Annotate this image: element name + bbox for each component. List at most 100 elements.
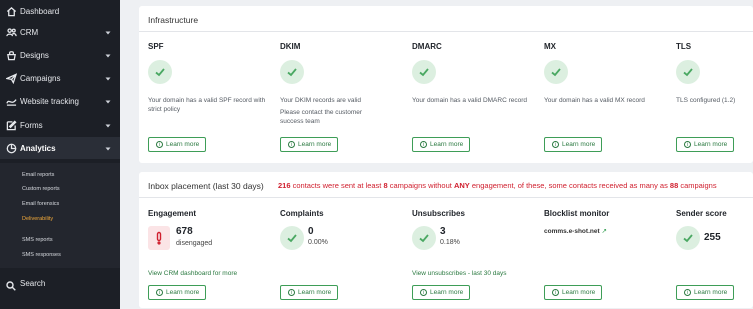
blocklist-title: Blocklist monitor — [544, 209, 610, 218]
spf-title: SPF — [148, 42, 164, 51]
edit-icon — [5, 119, 17, 131]
learn-more-label: Learn more — [694, 289, 728, 296]
sidebar-item-forms[interactable]: Forms — [0, 114, 120, 136]
engagement-learn-more-button[interactable]: i Learn more — [148, 285, 206, 300]
sender-score-learn-more-button[interactable]: i Learn more — [676, 285, 734, 300]
contacts-count: 216 — [278, 181, 291, 190]
sender-score-title: Sender score — [676, 209, 727, 218]
info-icon: i — [552, 289, 559, 296]
mx-column: MX Your domain has a valid MX record i L… — [544, 42, 669, 157]
warning-text: campaigns without — [387, 181, 454, 190]
dkim-description: Your DKIM records are valid — [280, 97, 362, 104]
tls-column: TLS TLS configured (1.2) i Learn more — [676, 42, 753, 157]
chevron-down-icon — [105, 75, 111, 81]
submenu-sms-responses[interactable]: SMS responses — [22, 252, 61, 258]
submenu-custom-reports[interactable]: Custom reports — [22, 186, 60, 192]
infrastructure-header: Infrastructure — [139, 6, 753, 32]
complaints-title: Complaints — [280, 209, 324, 218]
chevron-down-icon — [105, 122, 111, 128]
sidebar-item-label: Campaigns — [20, 73, 61, 83]
engagement-sub: disengaged — [176, 240, 213, 247]
info-icon: i — [684, 141, 691, 148]
unsubscribes-learn-more-button[interactable]: i Learn more — [412, 285, 470, 300]
inbox-placement-card: Inbox placement (last 30 days) 216 conta… — [139, 172, 753, 308]
analytics-submenu: Email reports Custom reports Email foren… — [0, 163, 120, 268]
learn-more-label: Learn more — [430, 141, 464, 148]
sidebar-item-label: Analytics — [20, 143, 56, 153]
learn-more-label: Learn more — [694, 141, 728, 148]
learn-more-label: Learn more — [430, 289, 464, 296]
tls-title: TLS — [676, 42, 692, 51]
check-icon — [412, 226, 436, 250]
submenu-email-reports[interactable]: Email reports — [22, 172, 54, 178]
sender-score-column: Sender score 255 i Learn more — [676, 209, 753, 305]
check-icon — [412, 60, 436, 84]
chevron-down-icon — [105, 52, 111, 58]
check-icon — [148, 60, 172, 84]
dmarc-title: DMARC — [412, 42, 442, 51]
submenu-sms-reports[interactable]: SMS reports — [22, 237, 53, 243]
alert-icon — [148, 226, 170, 250]
dkim-support-note: Please contact the customer success team — [280, 109, 363, 125]
dmarc-learn-more-button[interactable]: i Learn more — [412, 137, 470, 152]
info-icon: i — [684, 289, 691, 296]
people-icon — [5, 26, 17, 38]
warning-text: campaigns — [678, 181, 717, 190]
learn-more-label: Learn more — [166, 289, 200, 296]
spf-column: SPF Your domain has a valid SPF record w… — [148, 42, 273, 157]
unsubscribes-column: Unsubscribes 3 0.18% View unsubscribes -… — [412, 209, 537, 305]
info-icon: i — [288, 141, 295, 148]
info-icon: i — [420, 289, 427, 296]
crm-dashboard-link[interactable]: View CRM dashboard for more — [148, 270, 237, 277]
view-unsubscribes-link[interactable]: View unsubscribes - last 30 days — [412, 270, 507, 277]
sidebar-item-campaigns[interactable]: Campaigns — [0, 67, 120, 89]
engagement-warning: 216 contacts were sent at least 8 campai… — [278, 181, 717, 190]
learn-more-label: Learn more — [298, 141, 332, 148]
infrastructure-card: Infrastructure SPF Your domain has a val… — [139, 6, 753, 163]
sidebar: Dashboard CRM Designs Campaigns Website … — [0, 0, 120, 309]
dkim-learn-more-button[interactable]: i Learn more — [280, 137, 338, 152]
mx-description: Your domain has a valid MX record — [544, 97, 645, 104]
complaints-learn-more-button[interactable]: i Learn more — [280, 285, 338, 300]
chevron-down-icon — [105, 145, 111, 151]
check-icon — [280, 226, 304, 250]
tls-description: TLS configured (1.2) — [676, 97, 736, 104]
inbox-placement-header: Inbox placement (last 30 days) 216 conta… — [139, 172, 753, 198]
sidebar-item-crm[interactable]: CRM — [0, 21, 120, 43]
submenu-email-forensics[interactable]: Email forensics — [22, 201, 59, 207]
inbox-placement-title: Inbox placement (last 30 days) — [148, 181, 264, 191]
engagement-value: 678 — [176, 226, 193, 237]
engagement-column: Engagement 678 disengaged View CRM dashb… — [148, 209, 273, 305]
warning-text: contacts were sent at least — [290, 181, 384, 190]
domain-text: comms.e-shot.net — [544, 228, 600, 235]
sidebar-item-designs[interactable]: Designs — [0, 44, 120, 66]
sidebar-search[interactable]: Search — [0, 276, 120, 292]
sender-score-value: 255 — [704, 232, 721, 243]
learn-more-label: Learn more — [562, 289, 596, 296]
max-campaigns: 88 — [669, 181, 679, 190]
complaints-rate: 0.00% — [308, 239, 328, 246]
blocklist-domain-link[interactable]: comms.e-shot.net ↗ — [544, 227, 607, 235]
sidebar-item-label: Designs — [20, 50, 49, 60]
infrastructure-title: Infrastructure — [148, 15, 199, 25]
send-icon — [5, 72, 17, 84]
dmarc-column: DMARC Your domain has a valid DMARC reco… — [412, 42, 537, 157]
spf-learn-more-button[interactable]: i Learn more — [148, 137, 206, 152]
unsubscribes-rate: 0.18% — [440, 239, 460, 246]
mx-title: MX — [544, 42, 556, 51]
sidebar-item-analytics[interactable]: Analytics — [0, 137, 120, 159]
home-icon — [5, 5, 17, 17]
palette-icon — [5, 49, 17, 61]
info-icon: i — [288, 289, 295, 296]
tls-learn-more-button[interactable]: i Learn more — [676, 137, 734, 152]
sidebar-item-dashboard[interactable]: Dashboard — [0, 0, 120, 22]
dkim-title: DKIM — [280, 42, 301, 51]
check-icon — [676, 226, 700, 250]
info-icon: i — [156, 141, 163, 148]
sidebar-item-website-tracking[interactable]: Website tracking — [0, 90, 120, 112]
blocklist-learn-more-button[interactable]: i Learn more — [544, 285, 602, 300]
mx-learn-more-button[interactable]: i Learn more — [544, 137, 602, 152]
sidebar-item-label: Dashboard — [20, 6, 60, 16]
submenu-deliverability[interactable]: Deliverability — [22, 216, 53, 222]
complaints-value: 0 — [308, 226, 314, 237]
